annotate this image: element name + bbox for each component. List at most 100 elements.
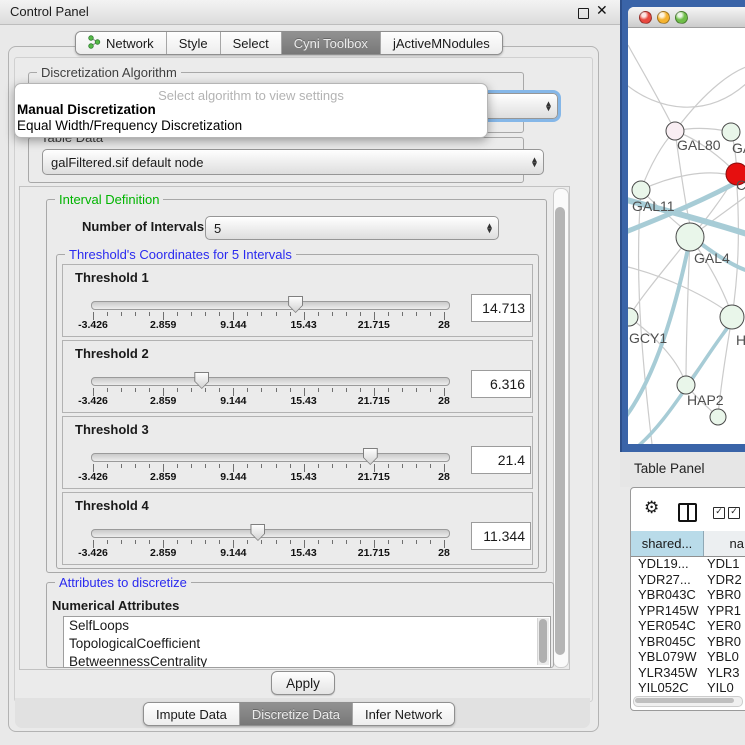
list-item-betweennesscentrality[interactable]: BetweennessCentrality (64, 653, 550, 668)
threshold-value-field[interactable]: 14.713 (471, 294, 531, 322)
scrollbar-thumb[interactable] (555, 207, 565, 655)
tab-select[interactable]: Select (221, 32, 282, 54)
numerical-attributes-label: Numerical Attributes (52, 598, 179, 613)
slider-track[interactable] (91, 529, 450, 538)
tab-infer-network[interactable]: Infer Network (353, 703, 454, 725)
tab-network[interactable]: Network (76, 32, 167, 54)
table-data-select[interactable]: galFiltered.sif default node ▲▼ (42, 149, 544, 175)
tab-discretize-data[interactable]: Discretize Data (240, 703, 353, 725)
threshold-value-field[interactable]: 21.4 (471, 446, 531, 474)
table-row[interactable]: YBL079WYBL0 (631, 649, 745, 665)
popup-option-equal-width[interactable]: Equal Width/Frequency Discretization (17, 118, 242, 133)
network-node-h[interactable] (720, 305, 744, 329)
table-row[interactable]: YBR043CYBR0 (631, 587, 745, 603)
minor-tick (290, 464, 291, 468)
tick-label: 9.144 (209, 395, 257, 407)
node-label: GCY1 (629, 330, 667, 346)
minor-tick (276, 464, 277, 468)
slider-track[interactable] (91, 453, 450, 462)
hscrollbar-thumb[interactable] (635, 698, 734, 703)
threshold-value-field[interactable]: 11.344 (471, 522, 531, 550)
tab-style[interactable]: Style (167, 32, 221, 54)
minor-tick (388, 540, 389, 544)
network-window-titlebar[interactable] (628, 7, 745, 28)
horizontal-scrollbar[interactable] (633, 696, 743, 707)
network-node[interactable] (710, 409, 726, 425)
tick-label: 2.859 (139, 547, 187, 559)
gear-icon[interactable]: ⚙ (644, 500, 659, 517)
network-node-gal11[interactable] (632, 181, 650, 199)
minor-tick (191, 464, 192, 468)
slider-thumb[interactable] (194, 372, 209, 389)
minor-tick (430, 312, 431, 316)
threshold-box-2: Threshold 2-3.4262.8599.14415.4321.71528… (62, 340, 533, 413)
tick-label: 9.144 (209, 319, 257, 331)
node-label: GAL80 (677, 137, 721, 153)
checkbox-icon[interactable]: ✓ (728, 507, 740, 519)
slider-thumb[interactable] (250, 524, 265, 541)
list-scrollbar-thumb[interactable] (539, 619, 547, 663)
list-item-topologicalcoefficient[interactable]: TopologicalCoefficient (64, 635, 550, 653)
tick-label: 21.715 (350, 319, 398, 331)
cell-shared-name: YLR345W (638, 665, 697, 681)
table-row[interactable]: YBR045CYBR0 (631, 634, 745, 650)
table-row[interactable]: YER054CYER0 (631, 618, 745, 634)
columns-icon[interactable] (678, 503, 697, 522)
zoom-light-icon[interactable] (675, 11, 688, 24)
network-edge[interactable] (628, 267, 732, 315)
checkbox-icon[interactable]: ✓ (713, 507, 725, 519)
tick-label: 28 (420, 395, 468, 407)
slider-thumb[interactable] (288, 296, 303, 313)
minor-tick (402, 312, 403, 316)
slider-track[interactable] (91, 377, 450, 386)
network-edge[interactable] (629, 317, 684, 379)
threshold-value-field[interactable]: 6.316 (471, 370, 531, 398)
network-edge[interactable] (675, 67, 745, 131)
close-icon[interactable]: ✕ (596, 3, 608, 19)
cell-shared-name: YBL079W (638, 649, 697, 665)
apply-button[interactable]: Apply (271, 671, 335, 695)
number-of-intervals-select[interactable]: 5 ▲▼ (205, 216, 499, 240)
tab-label: Select (233, 36, 269, 51)
tab-jactivemnodules[interactable]: jActiveMNodules (381, 32, 502, 54)
column-header-shared[interactable]: shared... (631, 531, 704, 556)
minor-tick (107, 312, 108, 316)
slider-thumb[interactable] (363, 448, 378, 465)
network-node-ga[interactable] (722, 123, 740, 141)
minor-tick (346, 540, 347, 544)
minor-tick (360, 540, 361, 544)
cell-name: YDL1 (707, 556, 740, 572)
minor-tick (177, 388, 178, 392)
network-node-gal4[interactable] (676, 223, 704, 251)
minimize-light-icon[interactable] (657, 11, 670, 24)
number-of-intervals-value: 5 (214, 221, 221, 236)
tab-label: Cyni Toolbox (294, 36, 368, 51)
table-row[interactable]: YDR27...YDR2 (631, 572, 745, 588)
tick-label: 9.144 (209, 471, 257, 483)
node-label: GAL4 (694, 250, 730, 266)
table-row[interactable]: YIL052CYIL0 (631, 680, 745, 694)
table-panel-title: Table Panel (634, 461, 705, 476)
network-edge[interactable] (628, 45, 675, 131)
column-header-name[interactable]: na (704, 531, 745, 556)
table-row[interactable]: YDL19...YDL1 (631, 556, 745, 572)
popup-option-manual[interactable]: Manual Discretization (17, 102, 156, 117)
tab-impute-data[interactable]: Impute Data (144, 703, 240, 725)
vertical-scrollbar[interactable] (553, 188, 569, 668)
popup-hint: Select algorithm to view settings (15, 88, 487, 103)
numerical-attributes-list[interactable]: SelfLoopsTopologicalCoefficientBetweenne… (63, 616, 551, 668)
minor-tick (121, 312, 122, 316)
table-row[interactable]: YPR145WYPR1 (631, 603, 745, 619)
tab-cyni-toolbox[interactable]: Cyni Toolbox (282, 32, 381, 54)
close-light-icon[interactable] (639, 11, 652, 24)
network-edge[interactable] (641, 133, 673, 190)
list-scrollbar[interactable] (537, 618, 549, 665)
table-row[interactable]: YLR345WYLR3 (631, 665, 745, 681)
cell-name: YPR1 (707, 603, 741, 619)
list-item-selfloops[interactable]: SelfLoops (64, 617, 550, 635)
float-window-icon[interactable] (578, 8, 589, 19)
network-canvas[interactable]: GAL80GACGAL11GAL4GCY1HHAP2 (628, 27, 745, 444)
network-edge[interactable] (628, 82, 745, 107)
minor-tick (149, 388, 150, 392)
slider-track[interactable] (91, 301, 450, 310)
